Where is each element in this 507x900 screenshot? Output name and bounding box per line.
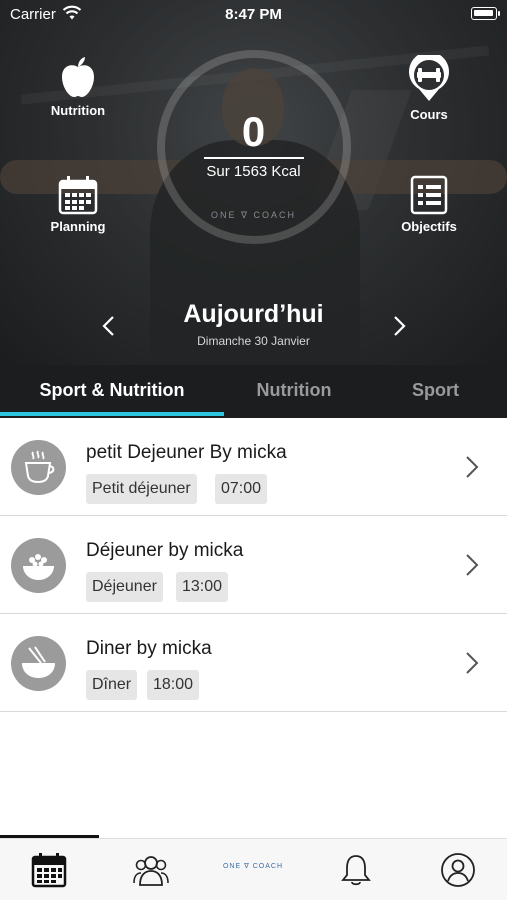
meal-avatar xyxy=(11,538,66,593)
calendar-tab-icon[interactable] xyxy=(31,852,67,888)
community-tab-icon[interactable] xyxy=(133,852,169,888)
cours-label: Cours xyxy=(410,107,448,122)
meal-type-tag: Petit déjeuner xyxy=(86,474,197,504)
active-tab-indicator xyxy=(0,412,224,416)
meal-time-tag: 07:00 xyxy=(215,474,268,504)
chevron-right-icon xyxy=(466,554,479,576)
chevron-right-icon xyxy=(466,456,479,478)
chevron-right-icon xyxy=(466,652,479,674)
cours-button[interactable]: Cours xyxy=(379,55,479,122)
dumbbell-pin-icon xyxy=(409,55,449,101)
meal-title: Diner by micka xyxy=(86,638,212,659)
meal-row-dinner[interactable]: Diner by micka Dîner 18:00 xyxy=(0,614,507,712)
meal-title: Déjeuner by micka xyxy=(86,540,244,561)
coffee-cup-icon xyxy=(24,450,55,484)
battery-icon xyxy=(471,7,500,20)
objectifs-button[interactable]: Objectifs xyxy=(379,175,479,234)
date-subtitle: Dimanche 30 Janvier xyxy=(197,334,310,348)
planning-button[interactable]: Planning xyxy=(28,175,128,234)
meal-list: petit Dejeuner By micka Petit déjeuner 0… xyxy=(0,418,507,712)
clock: 8:47 PM xyxy=(225,6,282,23)
meal-type-tag: Déjeuner xyxy=(86,572,163,602)
meal-type-tag: Dîner xyxy=(86,670,138,700)
meal-time-tag: 13:00 xyxy=(176,572,229,602)
status-bar: Carrier 8:47 PM xyxy=(0,0,507,28)
salad-bowl-icon xyxy=(23,554,54,580)
planning-label: Planning xyxy=(50,219,106,234)
tab-nutrition[interactable]: Nutrition xyxy=(224,365,364,418)
nutrition-button[interactable]: Nutrition xyxy=(28,55,128,118)
apple-icon xyxy=(62,57,94,97)
meal-time-tag: 18:00 xyxy=(147,670,200,700)
brand-tab-logo[interactable]: ONE ∇ COACH xyxy=(220,862,286,870)
meal-avatar xyxy=(11,440,66,495)
noodle-bowl-icon xyxy=(22,646,55,678)
next-day-arrow-icon[interactable] xyxy=(389,315,409,337)
segment-tabs: Sport & Nutrition Nutrition Sport xyxy=(0,365,507,418)
nutrition-label: Nutrition xyxy=(50,103,106,118)
tab-sport[interactable]: Sport xyxy=(364,365,507,418)
calorie-divider xyxy=(204,157,304,159)
meal-row-breakfast[interactable]: petit Dejeuner By micka Petit déjeuner 0… xyxy=(0,418,507,516)
meal-avatar xyxy=(11,636,66,691)
profile-tab-icon[interactable] xyxy=(440,852,476,888)
date-title: Aujourd’hui xyxy=(183,300,324,328)
checklist-icon xyxy=(410,175,448,215)
meal-title: petit Dejeuner By micka xyxy=(86,442,287,463)
hero-header: Carrier 8:47 PM 0 Sur 1563 Kcal ONE ∇ CO… xyxy=(0,0,507,365)
bell-tab-icon[interactable] xyxy=(338,852,374,888)
tab-sport-nutrition[interactable]: Sport & Nutrition xyxy=(0,365,224,418)
meal-row-lunch[interactable]: Déjeuner by micka Déjeuner 13:00 xyxy=(0,516,507,614)
calendar-icon xyxy=(58,176,98,215)
objectifs-label: Objectifs xyxy=(401,219,457,234)
